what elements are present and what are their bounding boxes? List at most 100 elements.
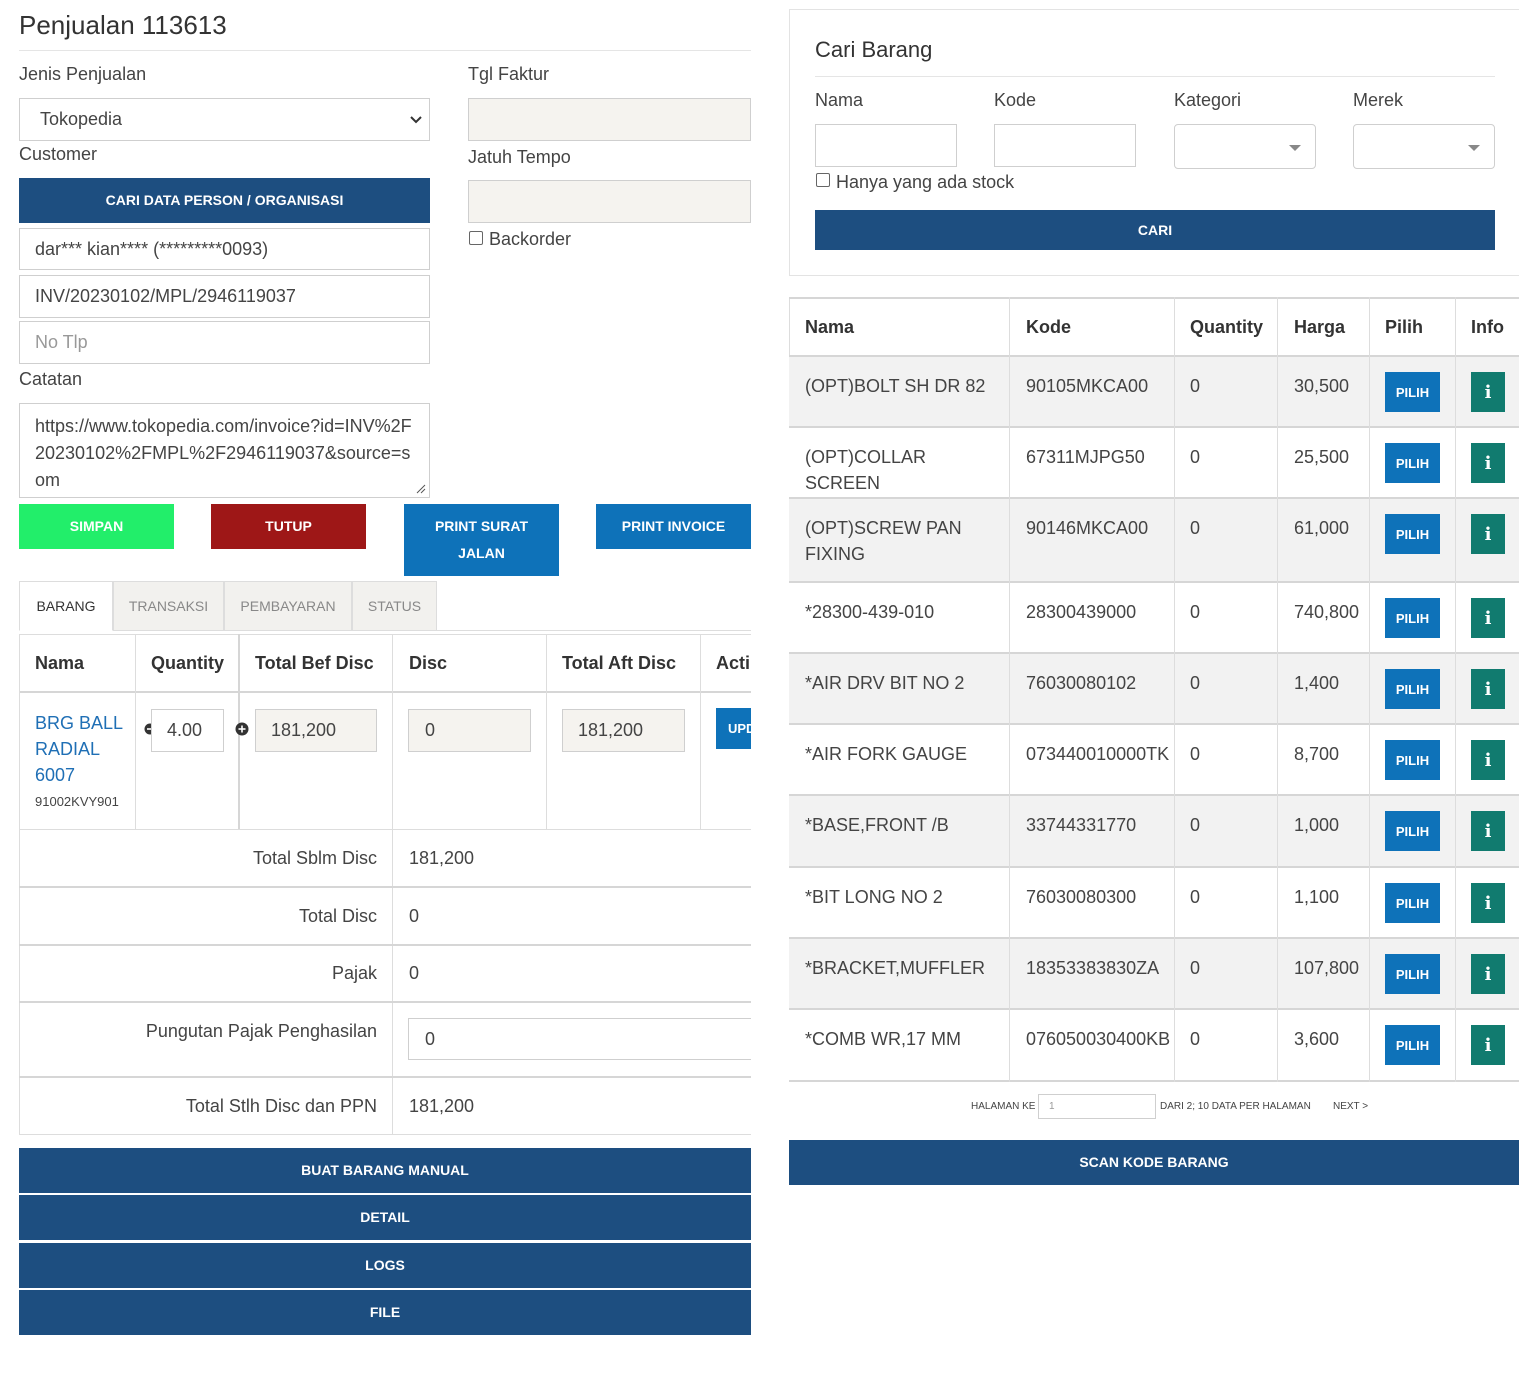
resize-handle-icon[interactable] bbox=[416, 484, 426, 494]
product-kode: 18353383830ZA bbox=[1026, 958, 1160, 978]
info-icon[interactable]: i bbox=[1471, 372, 1505, 412]
product-harga: 1,100 bbox=[1294, 887, 1340, 907]
info-icon[interactable]: i bbox=[1471, 598, 1505, 638]
product-nama: *BRACKET,MUFFLER bbox=[805, 958, 986, 978]
invoice-number-field[interactable]: INV/20230102/MPL/2946119037 bbox=[19, 275, 430, 318]
kategori-select[interactable] bbox=[1174, 124, 1316, 169]
pagination-info: DARI 2; 10 DATA PER HALAMAN bbox=[1160, 1101, 1311, 1112]
product-harga: 30,500 bbox=[1294, 376, 1350, 396]
search-title-divider bbox=[815, 76, 1495, 77]
search-title: Cari Barang bbox=[815, 37, 933, 62]
tgl-faktur-field[interactable] bbox=[468, 98, 751, 141]
product-nama: *AIR DRV BIT NO 2 bbox=[805, 673, 965, 693]
product-kode: 33744331770 bbox=[1026, 815, 1137, 835]
product-col-divider bbox=[1009, 297, 1010, 1082]
product-header-quantity: Quantity bbox=[1190, 317, 1264, 337]
info-icon[interactable]: i bbox=[1471, 669, 1505, 709]
logs-button[interactable]: LOGS bbox=[19, 1243, 751, 1288]
pilih-button[interactable]: PILIH bbox=[1385, 1025, 1440, 1065]
info-icon[interactable]: i bbox=[1471, 1025, 1505, 1065]
merek-select[interactable] bbox=[1353, 124, 1495, 169]
info-icon[interactable]: i bbox=[1471, 740, 1505, 780]
customer-name-field[interactable]: dar*** kian**** (*********0093) bbox=[19, 228, 430, 270]
cart-col-divider bbox=[135, 634, 136, 829]
backorder-checkbox[interactable] bbox=[469, 231, 483, 245]
pilih-button[interactable]: PILIH bbox=[1385, 372, 1440, 412]
catatan-textarea[interactable]: https://www.tokopedia.com/invoice?id=INV… bbox=[19, 403, 430, 498]
scan-kode-barang-button[interactable]: SCAN KODE BARANG bbox=[789, 1140, 1519, 1185]
update-button[interactable]: UPD bbox=[716, 708, 751, 749]
pilih-button[interactable]: PILIH bbox=[1385, 443, 1440, 483]
summary-border bbox=[19, 944, 751, 946]
product-nama: (OPT)BOLT SH DR 82 bbox=[805, 376, 986, 396]
product-qty: 0 bbox=[1190, 744, 1201, 764]
disc-field[interactable]: 0 bbox=[408, 709, 531, 752]
product-header-info: Info bbox=[1471, 317, 1504, 337]
plus-circle-icon[interactable] bbox=[235, 722, 249, 736]
pilih-button[interactable]: PILIH bbox=[1385, 811, 1440, 851]
product-harga: 107,800 bbox=[1294, 958, 1360, 978]
total-bef-disc-field[interactable]: 181,200 bbox=[255, 709, 377, 752]
pilih-button[interactable]: PILIH bbox=[1385, 669, 1440, 709]
total-sblm-disc-label: Total Sblm Disc bbox=[252, 848, 377, 868]
product-kode: 076050030400KB bbox=[1026, 1029, 1171, 1049]
product-harga: 25,500 bbox=[1294, 447, 1350, 467]
product-nama: (OPT)SCREW PAN FIXING bbox=[805, 518, 962, 564]
page-title: Penjualan 113613 bbox=[19, 10, 227, 40]
product-harga: 61,000 bbox=[1294, 518, 1350, 538]
quantity-input[interactable]: 4.00 bbox=[151, 709, 224, 752]
product-qty: 0 bbox=[1190, 815, 1201, 835]
product-harga: 1,400 bbox=[1294, 673, 1340, 693]
product-nama: *AIR FORK GAUGE bbox=[805, 744, 968, 764]
cart-header-total-aft-disc: Total Aft Disc bbox=[562, 653, 677, 673]
pilih-button[interactable]: PILIH bbox=[1385, 598, 1440, 638]
tab-transaksi[interactable]: TRANSAKSI bbox=[113, 581, 224, 631]
kode-label: Kode bbox=[994, 90, 1037, 110]
buat-barang-manual-button[interactable]: BUAT BARANG MANUAL bbox=[19, 1148, 751, 1193]
tab-barang[interactable]: BARANG bbox=[19, 581, 113, 631]
cart-header-total-bef-disc: Total Bef Disc bbox=[255, 653, 374, 673]
product-qty: 0 bbox=[1190, 1029, 1201, 1049]
info-icon[interactable]: i bbox=[1471, 811, 1505, 851]
invoice-number-value: INV/20230102/MPL/2946119037 bbox=[35, 286, 296, 306]
cart-col-divider bbox=[700, 634, 701, 829]
product-col-divider bbox=[1455, 297, 1456, 1082]
tab-pembayaran[interactable]: PEMBAYARAN bbox=[224, 581, 352, 631]
simpan-button[interactable]: SIMPAN bbox=[19, 504, 174, 549]
print-invoice-button[interactable]: PRINT INVOICE bbox=[596, 504, 751, 549]
print-surat-jalan-button[interactable]: PRINT SURAT JALAN bbox=[404, 504, 559, 576]
phone-placeholder: No Tlp bbox=[35, 332, 88, 352]
cart-item-name[interactable]: BRG BALL RADIAL 6007 bbox=[35, 710, 130, 788]
page-number-input[interactable]: 1 bbox=[1038, 1094, 1156, 1119]
tab-status[interactable]: STATUS bbox=[352, 581, 437, 631]
cart-item-code: 91002KVY901 bbox=[35, 794, 119, 809]
pph-input[interactable]: 0 bbox=[408, 1018, 751, 1060]
info-icon[interactable]: i bbox=[1471, 883, 1505, 923]
pilih-button[interactable]: PILIH bbox=[1385, 954, 1440, 994]
cari-person-button[interactable]: CARI DATA PERSON / ORGANISASI bbox=[19, 178, 430, 223]
jenis-penjualan-select[interactable]: Tokopedia bbox=[19, 98, 430, 141]
product-header-kode: Kode bbox=[1026, 317, 1071, 337]
detail-button[interactable]: DETAIL bbox=[19, 1195, 751, 1240]
phone-field[interactable]: No Tlp bbox=[19, 321, 430, 364]
kode-search-input[interactable] bbox=[994, 124, 1136, 167]
halaman-ke-label: HALAMAN KE bbox=[971, 1101, 1036, 1112]
product-nama: *COMB WR,17 MM bbox=[805, 1029, 962, 1049]
jatuh-tempo-field[interactable] bbox=[468, 180, 751, 223]
nama-search-input[interactable] bbox=[815, 124, 957, 167]
stock-only-checkbox[interactable] bbox=[816, 173, 830, 187]
next-page-link[interactable]: NEXT > bbox=[1333, 1101, 1368, 1112]
total-aft-disc-value: 181,200 bbox=[578, 720, 644, 740]
product-header-harga: Harga bbox=[1294, 317, 1346, 337]
pilih-button[interactable]: PILIH bbox=[1385, 883, 1440, 923]
cari-button[interactable]: CARI bbox=[815, 210, 1495, 250]
pilih-button[interactable]: PILIH bbox=[1385, 740, 1440, 780]
pph-value: 0 bbox=[425, 1028, 436, 1049]
info-icon[interactable]: i bbox=[1471, 443, 1505, 483]
total-aft-disc-field[interactable]: 181,200 bbox=[562, 709, 685, 752]
pilih-button[interactable]: PILIH bbox=[1385, 514, 1440, 554]
tutup-button[interactable]: TUTUP bbox=[211, 504, 366, 549]
file-button[interactable]: FILE bbox=[19, 1290, 751, 1335]
info-icon[interactable]: i bbox=[1471, 954, 1505, 994]
info-icon[interactable]: i bbox=[1471, 514, 1505, 554]
